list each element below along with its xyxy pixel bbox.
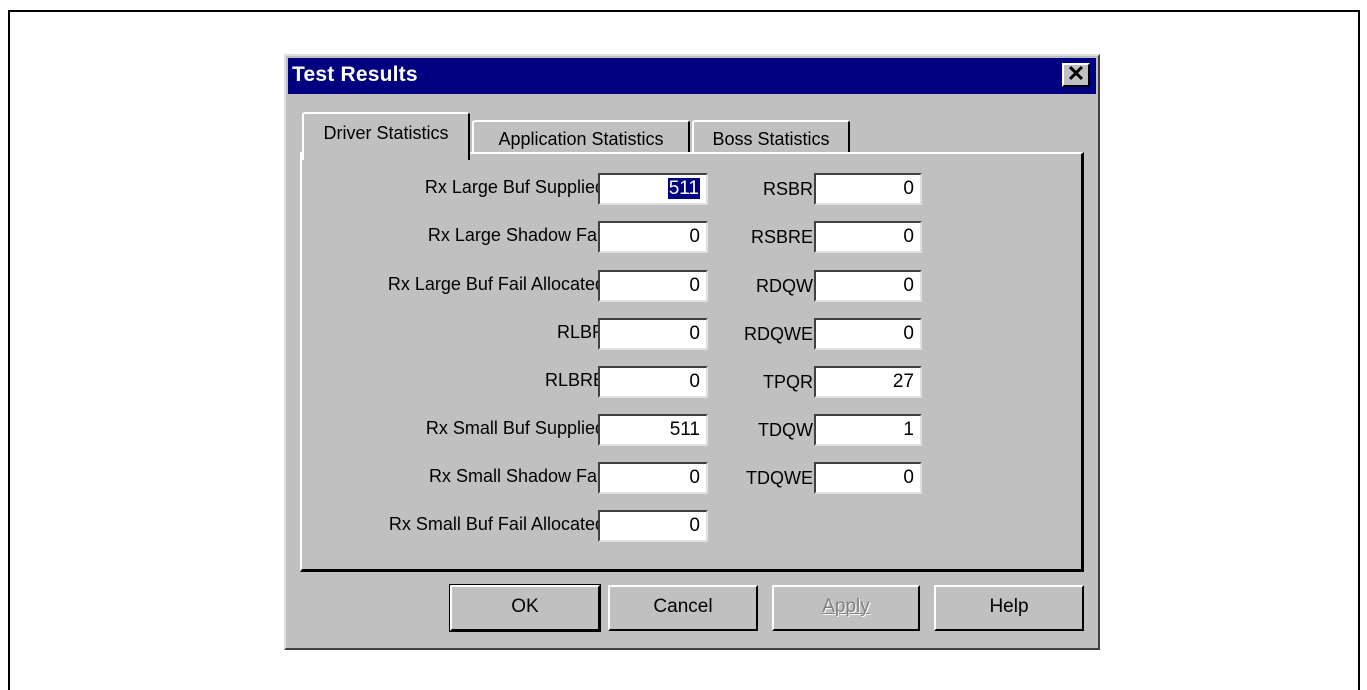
tdqwe-label: TDQWE: [746, 468, 813, 488]
rx-large-buf-supplied-value: 511: [667, 178, 700, 199]
rx-small-buf-supplied-label: Rx Small Buf Supplied: [425, 418, 605, 438]
driver-statistics-panel: Rx Large Buf Supplied 511 Rx Large Shado…: [300, 152, 1084, 572]
close-button[interactable]: ✕: [1062, 63, 1090, 87]
tdqw-label: TDQW: [758, 420, 813, 440]
rdqwe-field[interactable]: 0: [814, 318, 922, 350]
apply-label: Apply: [822, 596, 870, 617]
tab-label: Boss Statistics: [712, 129, 830, 149]
rlbre-label: RLBRE: [544, 370, 605, 390]
rx-small-buf-supplied-field[interactable]: 511: [598, 414, 708, 446]
rx-small-shadow-fail-label: Rx Small Shadow Fail: [428, 466, 605, 486]
rx-large-buf-supplied-label: Rx Large Buf Supplied: [424, 177, 605, 197]
tpqr-label: TPQR: [762, 372, 813, 392]
rx-large-shadow-fail-field[interactable]: 0: [598, 221, 708, 253]
rdqwe-label: RDQWE: [744, 324, 813, 344]
tab-driver-statistics[interactable]: Driver Statistics: [302, 112, 470, 160]
cancel-button[interactable]: Cancel: [608, 585, 758, 631]
tdqw-field[interactable]: 1: [814, 414, 922, 446]
rlbre-field[interactable]: 0: [598, 366, 708, 398]
rsbre-label: RSBRE: [750, 227, 813, 247]
rdqw-field[interactable]: 0: [814, 270, 922, 302]
rx-large-shadow-fail-label: Rx Large Shadow Fail: [427, 225, 605, 245]
tab-label: Driver Statistics: [323, 123, 449, 143]
rx-large-buf-fail-allocated-field[interactable]: 0: [598, 270, 708, 302]
tab-label: Application Statistics: [498, 129, 664, 149]
rx-large-buf-fail-allocated-label: Rx Large Buf Fail Allocated: [387, 274, 605, 294]
rx-large-buf-supplied-field[interactable]: 511: [598, 173, 708, 205]
rdqw-label: RDQW: [756, 276, 813, 296]
rlbr-field[interactable]: 0: [598, 318, 708, 350]
rsbr-field[interactable]: 0: [814, 173, 922, 205]
dialog-title: Test Results: [292, 63, 418, 86]
close-icon: ✕: [1066, 61, 1086, 86]
ok-button[interactable]: OK: [449, 584, 601, 632]
tdqwe-field[interactable]: 0: [814, 462, 922, 494]
rsbre-field[interactable]: 0: [814, 221, 922, 253]
tpqr-field[interactable]: 27: [814, 366, 922, 398]
apply-button[interactable]: Apply: [772, 585, 920, 631]
rx-small-buf-fail-allocated-field[interactable]: 0: [598, 510, 708, 542]
title-bar[interactable]: Test Results ✕: [288, 58, 1096, 94]
rx-small-shadow-fail-field[interactable]: 0: [598, 462, 708, 494]
rsbr-label: RSBR: [762, 179, 813, 199]
rx-small-buf-fail-allocated-label: Rx Small Buf Fail Allocated: [388, 514, 605, 534]
test-results-dialog: Test Results ✕ Driver Statistics Applica…: [284, 54, 1100, 650]
help-button[interactable]: Help: [934, 585, 1084, 631]
